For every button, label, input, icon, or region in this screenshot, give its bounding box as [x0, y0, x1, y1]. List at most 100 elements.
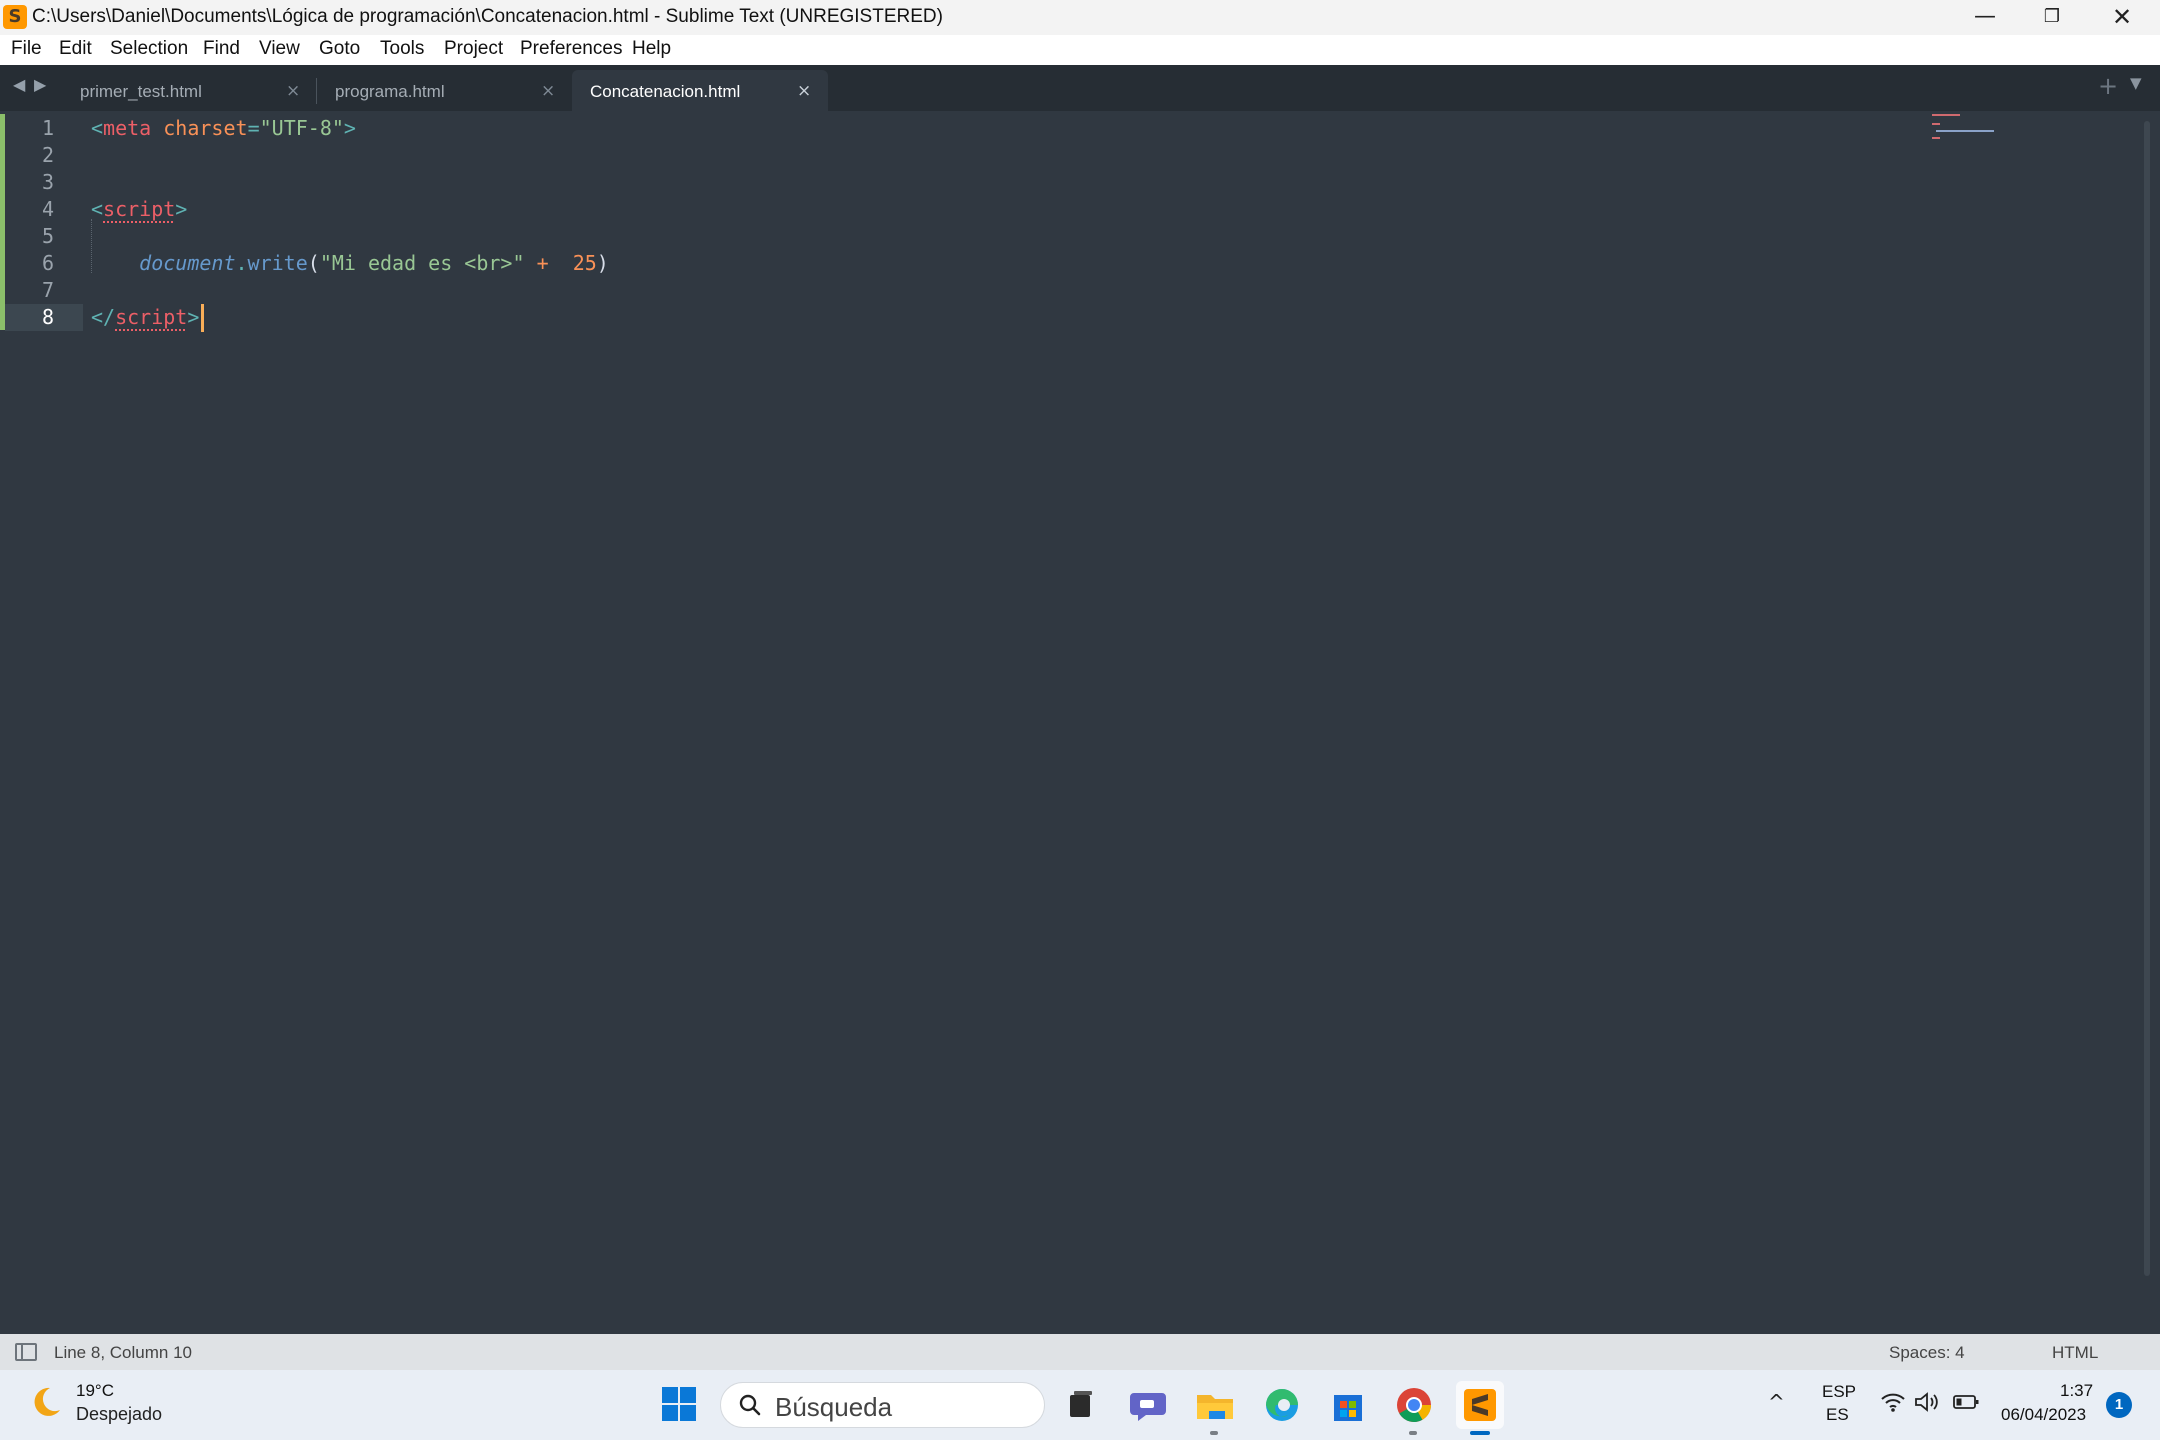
- line-number: 3: [41, 170, 54, 194]
- text-caret: [201, 304, 204, 332]
- tab-label: Concatenacion.html: [590, 82, 741, 101]
- tab-bar: ◀ ▶ primer_test.html × programa.html × C…: [0, 65, 2160, 111]
- window-title: C:\Users\Daniel\Documents\Lógica de prog…: [32, 6, 943, 27]
- menu-view[interactable]: View: [259, 38, 300, 60]
- minimap-line: [1932, 123, 1940, 125]
- title-bar: S C:\Users\Daniel\Documents\Lógica de pr…: [0, 0, 2160, 35]
- clock-date[interactable]: 06/04/2023: [2001, 1405, 2086, 1425]
- code-token: meta: [103, 116, 152, 140]
- code-token: >: [343, 116, 356, 140]
- minimize-button[interactable]: —: [1950, 0, 2020, 35]
- minimap-line: [1932, 114, 1960, 116]
- menu-project[interactable]: Project: [444, 38, 503, 60]
- code-token: "Mi edad es <br>": [319, 251, 525, 275]
- code-token: <: [91, 116, 104, 140]
- vertical-scrollbar[interactable]: [2144, 121, 2150, 1276]
- running-indicator: [1210, 1431, 1218, 1435]
- modified-lines-marker: [0, 114, 5, 330]
- code-token: script: [103, 197, 176, 221]
- menu-file[interactable]: File: [11, 38, 42, 60]
- close-window-button[interactable]: ✕: [2087, 0, 2157, 35]
- line-number: 1: [41, 116, 54, 140]
- sidebar-toggle-icon[interactable]: [15, 1343, 37, 1361]
- line-number: 7: [41, 278, 54, 302]
- menu-preferences[interactable]: Preferences: [520, 38, 622, 60]
- teams-chat-icon[interactable]: [1124, 1381, 1172, 1429]
- search-placeholder: Búsqueda: [775, 1392, 893, 1422]
- windows-start-icon[interactable]: [662, 1387, 698, 1423]
- code-token: +: [536, 251, 549, 275]
- running-indicator: [1409, 1431, 1417, 1435]
- code-line[interactable]: <meta charset="UTF-8">: [91, 115, 356, 142]
- code-token: charset: [163, 116, 248, 140]
- show-hidden-icons-button[interactable]: ^: [1768, 1390, 1785, 1414]
- indentation-setting[interactable]: Spaces: 4: [1889, 1343, 1965, 1363]
- tab-forward-icon[interactable]: ▶: [34, 75, 46, 94]
- tab-label: programa.html: [335, 82, 445, 101]
- cursor-position: Line 8, Column 10: [54, 1343, 192, 1362]
- code-line[interactable]: </script>: [91, 304, 199, 331]
- syntax-selector[interactable]: HTML: [2052, 1343, 2098, 1363]
- minimap-line: [1936, 130, 1994, 132]
- code-token: .: [235, 251, 248, 275]
- tab-close-icon[interactable]: ×: [286, 81, 300, 101]
- battery-icon[interactable]: [1952, 1391, 1980, 1413]
- menu-goto[interactable]: Goto: [319, 38, 360, 60]
- taskbar-search-input[interactable]: Búsqueda: [720, 1382, 1045, 1428]
- line-number: 2: [41, 143, 54, 167]
- minimap-line: [1932, 137, 1940, 139]
- keyboard-layout[interactable]: ES: [1826, 1405, 1849, 1425]
- tab-concatenacion[interactable]: Concatenacion.html ×: [572, 70, 828, 111]
- tab-programa[interactable]: programa.html ×: [317, 70, 572, 111]
- code-token: ): [596, 251, 609, 275]
- wifi-icon[interactable]: [1880, 1391, 1906, 1413]
- code-token: 25: [572, 251, 597, 275]
- running-indicator: [1470, 1431, 1490, 1435]
- input-language[interactable]: ESP: [1822, 1382, 1856, 1402]
- code-line[interactable]: <script>: [91, 196, 187, 223]
- status-bar: Line 8, Column 10 Spaces: 4 HTML: [0, 1334, 2160, 1370]
- code-line[interactable]: document.write("Mi edad es <br>" + 25): [91, 250, 609, 277]
- code-token: (: [307, 251, 320, 275]
- line-number: 8: [41, 305, 54, 329]
- menu-find[interactable]: Find: [203, 38, 240, 60]
- code-token: =: [247, 116, 260, 140]
- edge-icon[interactable]: [1258, 1381, 1306, 1429]
- files-folder-icon[interactable]: [1191, 1381, 1239, 1435]
- sublime-text-taskbar-icon[interactable]: [1456, 1381, 1504, 1435]
- tab-close-icon[interactable]: ×: [797, 81, 811, 101]
- notification-badge[interactable]: 1: [2106, 1392, 2132, 1418]
- tab-primer-test[interactable]: primer_test.html ×: [62, 70, 317, 111]
- minimap[interactable]: [1930, 111, 2010, 141]
- code-token: script: [115, 305, 188, 329]
- indent-guide: [91, 219, 92, 273]
- tab-close-icon[interactable]: ×: [541, 81, 555, 101]
- file-explorer-icon[interactable]: [1056, 1381, 1104, 1429]
- code-token: document: [139, 251, 236, 275]
- chrome-icon[interactable]: [1390, 1381, 1438, 1435]
- line-number: 5: [41, 224, 54, 248]
- code-token: >: [187, 305, 200, 329]
- line-number: 4: [41, 197, 54, 221]
- menu-edit[interactable]: Edit: [59, 38, 92, 60]
- menu-tools[interactable]: Tools: [380, 38, 424, 60]
- weather-temperature[interactable]: 19°C: [76, 1381, 114, 1401]
- tab-back-icon[interactable]: ◀: [13, 75, 25, 94]
- microsoft-store-icon[interactable]: [1324, 1381, 1372, 1429]
- volume-icon[interactable]: [1914, 1391, 1940, 1413]
- maximize-button[interactable]: ❐: [2017, 0, 2087, 35]
- menu-help[interactable]: Help: [632, 38, 671, 60]
- menu-selection[interactable]: Selection: [110, 38, 188, 60]
- moon-icon[interactable]: [28, 1384, 64, 1420]
- sublime-text-icon: S: [3, 5, 27, 29]
- new-tab-button[interactable]: +: [2098, 72, 2118, 100]
- tab-menu-icon[interactable]: ▼: [2130, 74, 2142, 92]
- code-editor[interactable]: 12345678 <meta charset="UTF-8"> <script> …: [0, 111, 2160, 1334]
- menu-bar: File Edit Selection Find View Goto Tools…: [0, 35, 2160, 65]
- clock-time[interactable]: 1:37: [2060, 1381, 2093, 1401]
- code-token: >: [175, 197, 188, 221]
- weather-condition[interactable]: Despejado: [76, 1404, 162, 1425]
